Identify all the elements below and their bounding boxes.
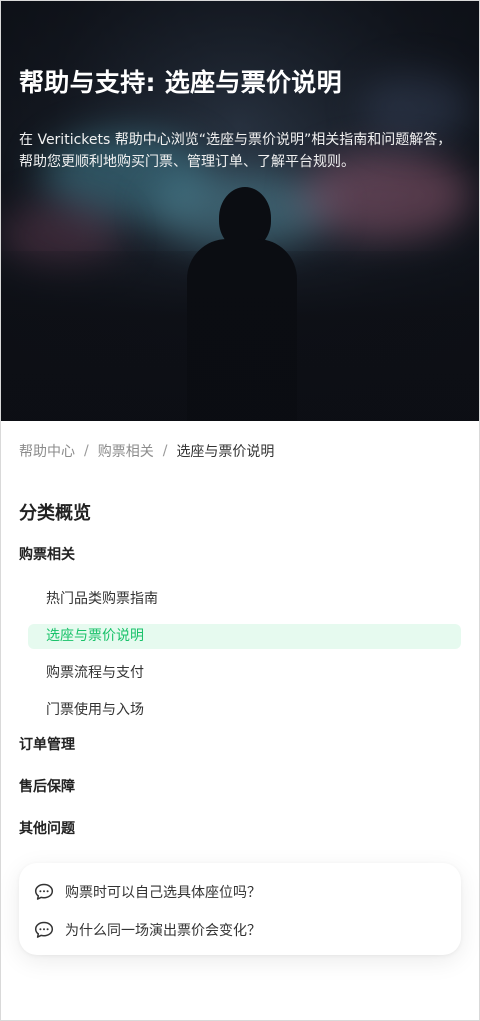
faq-question: 为什么同一场演出票价会变化？ xyxy=(65,923,261,939)
ticketing-subcategories: 热门品类购票指南 选座与票价说明 购票流程与支付 门票使用与入场 xyxy=(19,587,461,723)
breadcrumb-current: 选座与票价说明 xyxy=(176,444,275,460)
subcategory-purchase-flow[interactable]: 购票流程与支付 xyxy=(28,661,461,686)
subcategory-popular-guide[interactable]: 热门品类购票指南 xyxy=(28,587,461,612)
category-overview: 分类概览 购票相关 热门品类购票指南 选座与票价说明 购票流程与支付 门票使用与… xyxy=(1,499,479,861)
breadcrumb-help-center[interactable]: 帮助中心 xyxy=(19,441,75,461)
breadcrumb: 帮助中心 / 购票相关 / 选座与票价说明 xyxy=(1,421,479,481)
category-other[interactable]: 其他问题 xyxy=(19,819,461,861)
hero-description: 在 Veritickets 帮助中心浏览“选座与票价说明”相关指南和问题解答，帮… xyxy=(19,132,452,170)
category-ticketing[interactable]: 购票相关 xyxy=(19,545,461,587)
chat-bubble-icon xyxy=(34,921,54,938)
breadcrumb-ticketing[interactable]: 购票相关 xyxy=(98,441,154,461)
overview-title: 分类概览 xyxy=(19,503,91,524)
chat-bubble-icon xyxy=(34,883,54,900)
hero-banner: 帮助与支持: 选座与票价说明 在 Veritickets 帮助中心浏览“选座与票… xyxy=(1,1,479,421)
subcategory-seat-price[interactable]: 选座与票价说明 xyxy=(28,624,461,649)
category-after-sales[interactable]: 售后保障 xyxy=(19,777,461,819)
hero-text: 帮助与支持: 选座与票价说明 在 Veritickets 帮助中心浏览“选座与票… xyxy=(19,63,461,173)
subcategory-ticket-entry[interactable]: 门票使用与入场 xyxy=(28,698,461,723)
category-order-management[interactable]: 订单管理 xyxy=(19,735,461,777)
breadcrumb-separator: / xyxy=(84,443,89,459)
faq-question: 购票时可以自己选具体座位吗？ xyxy=(65,885,261,901)
faq-card: 购票时可以自己选具体座位吗？ 为什么同一场演出票价会变化？ xyxy=(19,863,461,955)
page-title: 帮助与支持: 选座与票价说明 xyxy=(19,68,342,97)
faq-item[interactable]: 为什么同一场演出票价会变化？ xyxy=(33,911,447,949)
faq-item[interactable]: 购票时可以自己选具体座位吗？ xyxy=(33,873,447,911)
page-frame: 帮助与支持: 选座与票价说明 在 Veritickets 帮助中心浏览“选座与票… xyxy=(0,0,480,1021)
breadcrumb-separator: / xyxy=(162,443,168,459)
